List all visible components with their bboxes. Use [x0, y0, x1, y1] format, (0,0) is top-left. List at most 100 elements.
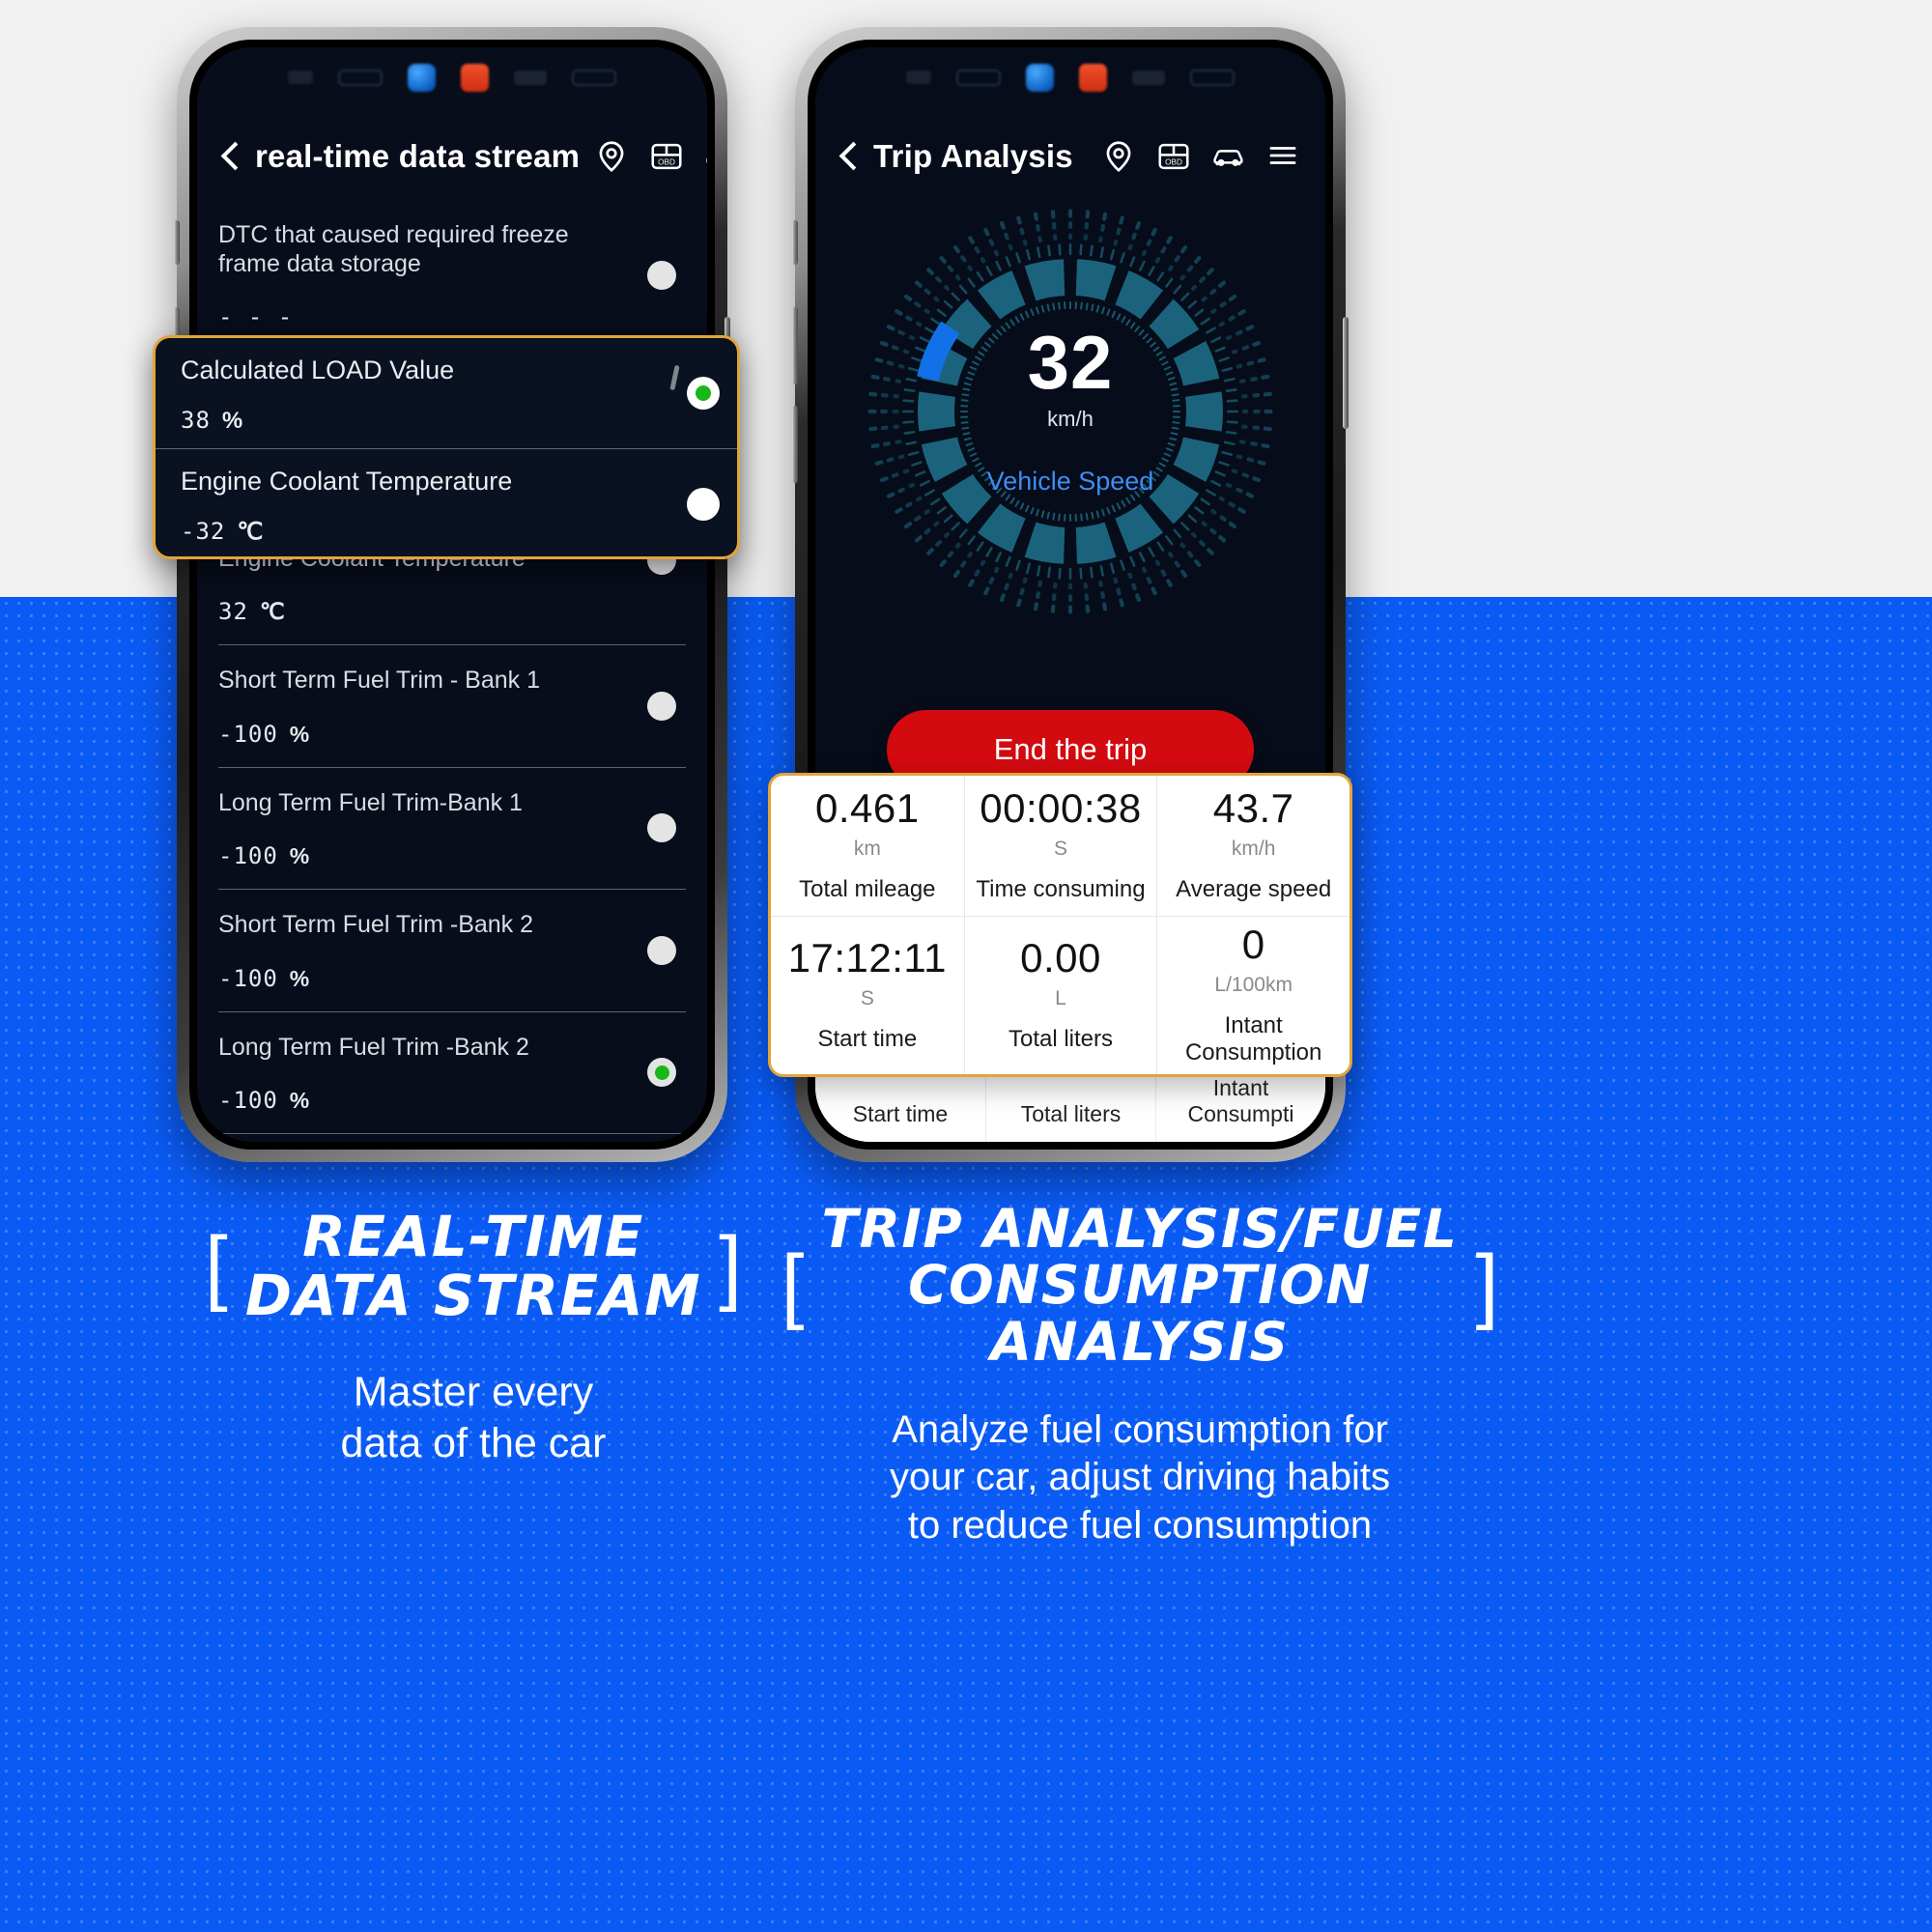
status-bar-left [197, 47, 707, 107]
status-bar-right [815, 47, 1325, 107]
caption-right-title-wrap: [ TRIP ANALYSIS/FUEL CONSUMPTION ANALYSI… [773, 1201, 1507, 1370]
stat-value: 0.461 [815, 785, 920, 832]
stat-average-speed: 43.7 km/h Average speed [1156, 776, 1350, 917]
phone-bezel-left: real-time data stream OBD DTC that cause… [189, 40, 715, 1150]
stat-name: Time consuming [976, 876, 1146, 903]
page-title: real-time data stream [255, 138, 581, 174]
browser-app-icon [408, 63, 436, 92]
row-label: DTC that caused required freeze frame da… [218, 221, 569, 277]
stat-name: Total mileage [799, 876, 936, 903]
status-blob-icon [288, 71, 313, 84]
popup-row-value: -32 ℃ [181, 518, 712, 546]
popup-row-calculated-load[interactable]: Calculated LOAD Value 38% [156, 338, 737, 448]
app-header-right: Trip Analysis OBD [815, 117, 1325, 196]
trip-stats-card[interactable]: 0.461 km Total mileage 00:00:38 S Time c… [768, 773, 1352, 1077]
popup-value-number: 38 [181, 407, 211, 434]
popup-status-dot[interactable] [687, 488, 720, 521]
caption-right-subtitle: Analyze fuel consumption for your car, a… [773, 1406, 1507, 1550]
highlighted-data-popup[interactable]: Calculated LOAD Value 38% Engine Coolant… [153, 335, 740, 559]
phone-volume-down-button[interactable] [792, 406, 798, 483]
caption-left-subtitle: Master every data of the car [145, 1367, 802, 1470]
page-title: Trip Analysis [873, 138, 1073, 174]
caption-left-title-line1: REAL-TIME [302, 1204, 644, 1269]
table-row[interactable]: Short Term Fuel Trim - Bank 1 -100% [218, 645, 686, 768]
location-pin-icon[interactable] [1100, 138, 1137, 175]
table-row[interactable]: ⌐l Rail Pressure (gauge) [218, 1134, 686, 1142]
row-value-number: -100 [218, 842, 278, 869]
stat-unit: km [853, 838, 881, 861]
row-label: Long Term Fuel Trim-Bank 1 [218, 788, 523, 816]
stat-value: 43.7 [1212, 785, 1294, 832]
caption-right-title: TRIP ANALYSIS/FUEL CONSUMPTION ANALYSIS [822, 1201, 1459, 1370]
popup-row-engine-coolant-temperature[interactable]: Engine Coolant Temperature -32 ℃ [156, 448, 737, 556]
header-icon-group-left: OBD [593, 138, 707, 175]
phone-power-button[interactable] [1343, 317, 1349, 429]
caption-left: [ REAL-TIME DATA STREAM ] Master every d… [145, 1207, 802, 1470]
row-value-number: 32 [218, 598, 248, 625]
phone-silent-switch[interactable] [792, 220, 798, 265]
header-icon-group-right: OBD [1100, 138, 1302, 175]
browser-app-icon [1026, 63, 1054, 92]
phone-volume-up-button[interactable] [792, 307, 798, 384]
stat-unit: L/100km [1214, 974, 1293, 997]
caption-right-subtitle-line2: your car, adjust driving habits [889, 1456, 1391, 1499]
row-status-dot[interactable] [647, 691, 676, 721]
row-label: Long Term Fuel Trim -Bank 2 [218, 1033, 529, 1061]
car-icon[interactable] [703, 138, 707, 175]
table-row[interactable]: Short Term Fuel Trim -Bank 2 -100% [218, 890, 686, 1012]
row-status-dot[interactable] [647, 935, 676, 965]
row-value-number: - - - [218, 303, 294, 330]
popup-row-value: 38% [181, 407, 712, 435]
row-value-number: -100 [218, 964, 278, 992]
stat-name: Total liters [1008, 1026, 1114, 1053]
stat-unit: km/h [1231, 838, 1276, 861]
popup-value-unit: ℃ [237, 519, 265, 545]
stat-unit: S [860, 987, 874, 1010]
location-pin-icon[interactable] [593, 138, 630, 175]
chevron-left-icon[interactable] [838, 140, 860, 173]
row-status-dot[interactable] [647, 813, 676, 843]
popup-row-label: Calculated LOAD Value [181, 355, 455, 384]
stat-value: 0 [1241, 922, 1265, 968]
row-value-unit: % [289, 721, 311, 747]
row-value: -100% [218, 965, 686, 992]
app-header-left: real-time data stream OBD [197, 117, 707, 196]
caption-right-title-line1: TRIP ANALYSIS/FUEL [821, 1198, 1459, 1260]
obd-icon[interactable]: OBD [648, 138, 685, 175]
status-pill-icon [514, 70, 547, 85]
status-rect-icon [338, 69, 383, 86]
row-status-dot-active[interactable] [647, 1058, 676, 1088]
svg-text:OBD: OBD [1165, 157, 1182, 166]
stat-unit: L [1055, 987, 1066, 1010]
shop-app-icon [1079, 63, 1107, 92]
status-blob-icon [906, 71, 931, 84]
table-row[interactable]: DTC that caused required freeze frame da… [218, 200, 686, 351]
svg-text:OBD: OBD [658, 157, 675, 166]
caption-left-subtitle-line1: Master every [353, 1368, 594, 1415]
stat-name: Average speed [1176, 876, 1332, 903]
bracket-open-icon: [ [781, 1237, 805, 1331]
list-icon[interactable] [1265, 138, 1302, 175]
caption-left-title-wrap: [ REAL-TIME DATA STREAM ] [145, 1207, 802, 1326]
stat-value: 17:12:11 [787, 935, 948, 981]
table-row[interactable]: Long Term Fuel Trim -Bank 2 -100% [218, 1012, 686, 1134]
obd-icon[interactable]: OBD [1155, 138, 1192, 175]
battery-icon [572, 69, 616, 86]
vehicle-speed-gauge: 32 km/h Vehicle Speed [863, 204, 1278, 619]
table-row[interactable]: Long Term Fuel Trim-Bank 1 -100% [218, 768, 686, 890]
chevron-left-icon[interactable] [220, 140, 242, 173]
caption-right-title-line2: CONSUMPTION [908, 1254, 1372, 1317]
row-label: Short Term Fuel Trim -Bank 2 [218, 911, 534, 938]
phone-device-left: real-time data stream OBD DTC that cause… [174, 27, 730, 1162]
stat-value: 00:00:38 [980, 785, 1142, 832]
caption-right: [ TRIP ANALYSIS/FUEL CONSUMPTION ANALYSI… [773, 1201, 1507, 1550]
row-status-dot[interactable] [647, 260, 676, 290]
popup-status-dot-active[interactable] [687, 377, 720, 410]
car-icon[interactable] [1210, 138, 1247, 175]
row-value: -100% [218, 1087, 686, 1114]
status-pill-icon [1132, 70, 1165, 85]
phone-silent-switch[interactable] [174, 220, 180, 265]
row-value-unit: % [289, 843, 311, 868]
stat-total-mileage: 0.461 km Total mileage [771, 776, 964, 916]
bracket-close-icon: ] [719, 1219, 743, 1313]
